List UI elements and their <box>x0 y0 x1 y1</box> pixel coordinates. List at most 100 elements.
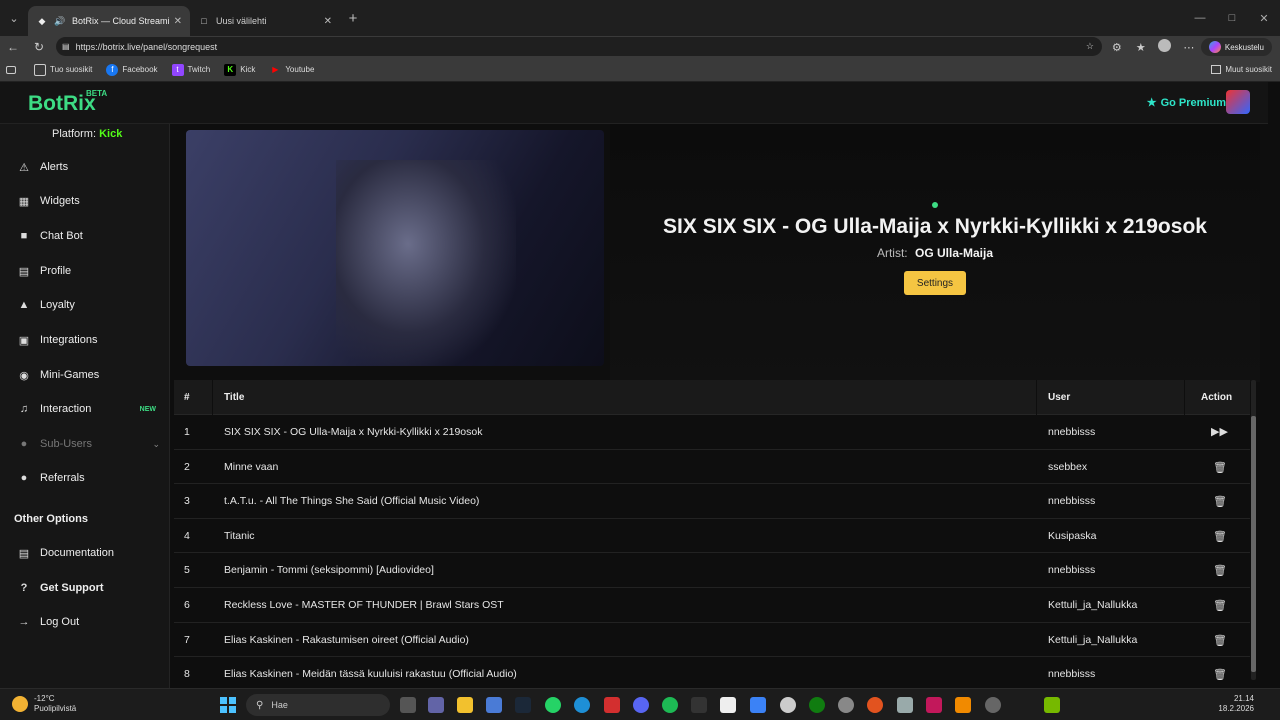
app-gear-icon[interactable] <box>897 697 913 713</box>
app-misc-icon[interactable] <box>985 697 1001 713</box>
table-row: 4 Titanic Kusipaska 🗑 <box>174 519 1250 554</box>
table-row: 2 Minne vaan ssebbex 🗑 <box>174 450 1250 485</box>
row-title: Reckless Love - MASTER OF THUNDER | Braw… <box>224 599 504 611</box>
url-text: https://botrix.live/panel/songrequest <box>75 41 218 52</box>
sidebar-item-get-support[interactable]: ? Get Support <box>16 578 166 598</box>
trash-icon[interactable]: 🗑 <box>1213 461 1227 474</box>
more-menu-icon[interactable]: ⋯ <box>1177 41 1201 54</box>
trash-icon[interactable]: 🗑 <box>1213 530 1227 543</box>
taskbar-search[interactable]: ⚲ Hae <box>246 694 390 716</box>
sidebar-item-widgets[interactable]: ▦ Widgets <box>16 191 166 211</box>
sidebar-item-log-out[interactable]: → Log Out <box>16 612 166 632</box>
app-l-icon[interactable] <box>604 697 620 713</box>
site-info-icon[interactable]: ▤ <box>62 42 70 51</box>
bookmark-import[interactable]: Tuo suosikit <box>34 63 92 76</box>
sidebar-item-chat-bot[interactable]: ■ Chat Bot <box>16 226 166 246</box>
windows-start-icon[interactable] <box>220 697 236 713</box>
col-num-header: # <box>184 392 190 403</box>
bookmark-facebook[interactable]: f Facebook <box>106 63 158 76</box>
sidebar-item-loyalty[interactable]: ▲ Loyalty <box>16 295 166 315</box>
sidebar-item-label: Widgets <box>40 195 80 207</box>
xbox-icon[interactable] <box>809 697 825 713</box>
discord-icon[interactable] <box>633 697 649 713</box>
new-tab-plus-icon[interactable]: + <box>340 10 366 27</box>
now-playing-title: SIX SIX SIX - OG Ulla-Maija x Nyrkki-Kyl… <box>663 215 1207 238</box>
system-clock[interactable]: 21.14 18.2.2026 <box>1218 694 1254 714</box>
sidebar-item-alerts[interactable]: ⚠ Alerts <box>16 157 166 177</box>
speaker-icon[interactable]: 🔊 <box>54 15 66 27</box>
app-g-icon[interactable] <box>691 697 707 713</box>
artist-value: OG Ulla-Maija <box>914 246 994 260</box>
profile-avatar-icon[interactable] <box>1153 39 1177 55</box>
sidebar-item-documentation[interactable]: ▤ Documentation <box>16 543 166 563</box>
maximize-icon[interactable]: □ <box>1216 12 1248 24</box>
tab-list-chevron-icon[interactable]: ⌄ <box>0 0 28 36</box>
trash-icon[interactable]: 🗑 <box>1213 668 1227 681</box>
row-user: Kettuli_ja_Nallukka <box>1048 633 1138 646</box>
skip-icon[interactable]: ▶▶ <box>1211 425 1228 438</box>
go-premium-button[interactable]: ★ Go Premium <box>1147 96 1226 110</box>
trash-icon[interactable]: 🗑 <box>1213 564 1227 577</box>
favorites-icon[interactable]: ★ <box>1129 41 1153 54</box>
file-explorer-icon[interactable] <box>457 697 473 713</box>
edge-icon[interactable] <box>574 697 590 713</box>
reload-icon[interactable]: ↻ <box>26 40 52 54</box>
back-arrow-icon[interactable]: ← <box>0 40 26 54</box>
steam-icon[interactable] <box>515 697 531 713</box>
bookmark-youtube[interactable]: ▶ Youtube <box>269 64 314 76</box>
search-icon: ⚲ <box>256 699 264 711</box>
whatsapp-icon[interactable] <box>545 697 561 713</box>
queue-scrollbar[interactable] <box>1251 380 1256 680</box>
minimize-icon[interactable]: — <box>1184 12 1216 24</box>
other-bookmarks[interactable]: Muut suosikit <box>1211 65 1272 74</box>
browser-tab-inactive[interactable]: □ Uusi välilehti ✕ <box>190 6 340 36</box>
app-red-icon[interactable] <box>926 697 942 713</box>
teams-icon[interactable] <box>428 697 444 713</box>
obs-icon[interactable] <box>838 697 854 713</box>
scrollbar-thumb[interactable] <box>1251 416 1256 672</box>
address-bar-row: ← ↻ ▤ https://botrix.live/panel/songrequ… <box>0 36 1280 58</box>
music-icon: ♫ <box>19 403 29 415</box>
row-num: 2 <box>184 460 190 473</box>
col-title-header: Title <box>224 392 245 403</box>
store-icon[interactable] <box>486 697 502 713</box>
bookmark-sidebar-icon[interactable] <box>6 65 20 74</box>
browser-tab-active[interactable]: ◆ 🔊 BotRix — Cloud Streaming Bo ✕ <box>28 6 190 36</box>
sidebar-item-profile[interactable]: ▤ Profile <box>16 261 166 281</box>
settings-gear-icon[interactable] <box>780 697 796 713</box>
weather-widget[interactable]: -12°C Puolipilvistä <box>12 694 76 714</box>
app-orange-icon[interactable] <box>867 697 883 713</box>
sidebar-item-interaction[interactable]: ♫ Interaction NEW <box>16 399 166 419</box>
sidebar-item-mini-games[interactable]: ◉ Mini-Games <box>16 365 166 385</box>
table-header: # Title User Action <box>174 380 1250 415</box>
clock-date: 18.2.2026 <box>1218 704 1254 713</box>
botrix-logo[interactable]: BotRix BETA <box>28 89 107 116</box>
close-window-icon[interactable]: ✕ <box>1248 12 1280 25</box>
bookmark-twitch[interactable]: t Twitch <box>171 63 210 76</box>
trash-icon[interactable]: 🗑 <box>1213 495 1227 508</box>
close-tab-icon[interactable]: ✕ <box>324 16 332 27</box>
nvidia-icon[interactable] <box>1044 697 1060 713</box>
video-player[interactable] <box>186 130 604 366</box>
bookmark-kick[interactable]: K Kick <box>224 63 255 76</box>
platform-label: Platform: <box>52 128 97 140</box>
close-tab-icon[interactable]: ✕ <box>174 16 182 27</box>
sidebar-item-sub-users[interactable]: ● Sub-Users ⌄ <box>16 434 166 454</box>
vlc-icon[interactable] <box>955 697 971 713</box>
favorite-star-icon[interactable]: ☆ <box>1086 41 1094 52</box>
copilot-button[interactable]: Keskustelu <box>1200 38 1272 56</box>
table-row: 3 t.A.T.u. - All The Things She Said (Of… <box>174 484 1250 519</box>
task-view-icon[interactable] <box>400 697 416 713</box>
spotify-icon[interactable] <box>662 697 678 713</box>
sidebar-item-integrations[interactable]: ▣ Integrations <box>16 330 166 350</box>
sidebar-item-referrals[interactable]: ● Referrals <box>16 468 166 488</box>
trash-icon[interactable]: 🗑 <box>1213 634 1227 647</box>
user-avatar[interactable] <box>1226 90 1250 114</box>
trash-icon[interactable]: 🗑 <box>1213 599 1227 612</box>
mail-icon[interactable] <box>750 697 766 713</box>
settings-button[interactable]: Settings <box>904 271 966 295</box>
document-icon[interactable] <box>720 697 736 713</box>
extensions-icon[interactable]: ⚙ <box>1105 41 1129 54</box>
bookmark-label: Youtube <box>285 65 315 74</box>
url-field[interactable]: ▤ https://botrix.live/panel/songrequest … <box>56 37 1102 56</box>
